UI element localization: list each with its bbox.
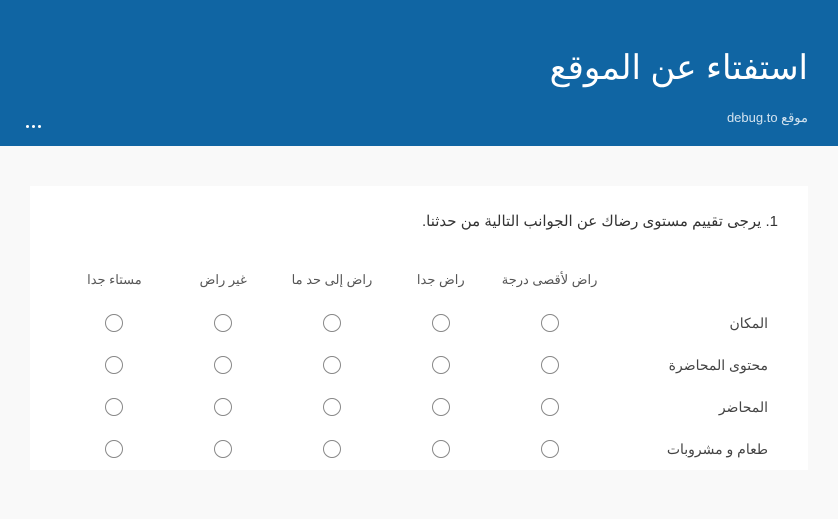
- radio-cell: [495, 386, 604, 428]
- radio-cell: [60, 344, 169, 386]
- question-card: 1. يرجى تقييم مستوى رضاك عن الجوانب التا…: [30, 186, 808, 470]
- rating-radio[interactable]: [105, 440, 123, 458]
- form-title: استفتاء عن الموقع: [30, 48, 808, 88]
- form-header: استفتاء عن الموقع موقع debug.to: [0, 0, 838, 146]
- rating-radio[interactable]: [105, 398, 123, 416]
- form-subtitle: موقع debug.to: [30, 110, 808, 126]
- rating-radio[interactable]: [432, 314, 450, 332]
- column-header: غير راض: [169, 264, 278, 302]
- column-header: مستاء جدا: [60, 264, 169, 302]
- rating-radio[interactable]: [323, 356, 341, 374]
- rating-radio[interactable]: [432, 398, 450, 416]
- rating-radio[interactable]: [541, 314, 559, 332]
- radio-cell: [169, 428, 278, 470]
- radio-cell: [278, 302, 387, 344]
- row-label: المكان: [604, 303, 778, 344]
- rating-radio[interactable]: [323, 440, 341, 458]
- radio-cell: [278, 428, 387, 470]
- radio-cell: [495, 344, 604, 386]
- radio-cell: [169, 386, 278, 428]
- radio-cell: [386, 302, 495, 344]
- rating-radio[interactable]: [541, 356, 559, 374]
- radio-cell: [386, 428, 495, 470]
- rating-radio[interactable]: [105, 314, 123, 332]
- likert-grid: راض لأقصى درجة راض جدا راض إلى حد ما غير…: [60, 264, 778, 470]
- radio-cell: [60, 386, 169, 428]
- row-label: محتوى المحاضرة: [604, 345, 778, 386]
- column-header: راض جدا: [386, 264, 495, 302]
- radio-cell: [169, 302, 278, 344]
- rating-radio[interactable]: [214, 356, 232, 374]
- radio-cell: [60, 428, 169, 470]
- rating-radio[interactable]: [541, 440, 559, 458]
- question-number: 1.: [765, 213, 778, 230]
- rating-radio[interactable]: [541, 398, 559, 416]
- radio-cell: [495, 302, 604, 344]
- rating-radio[interactable]: [323, 398, 341, 416]
- question-body: يرجى تقييم مستوى رضاك عن الجوانب التالية…: [422, 213, 761, 230]
- rating-radio[interactable]: [214, 440, 232, 458]
- radio-cell: [60, 302, 169, 344]
- rating-radio[interactable]: [432, 356, 450, 374]
- rating-radio[interactable]: [432, 440, 450, 458]
- column-header: راض لأقصى درجة: [495, 264, 604, 302]
- rating-radio[interactable]: [105, 356, 123, 374]
- radio-cell: [169, 344, 278, 386]
- rating-radio[interactable]: [214, 314, 232, 332]
- radio-cell: [386, 344, 495, 386]
- question-text: 1. يرجى تقييم مستوى رضاك عن الجوانب التا…: [60, 212, 778, 230]
- column-header: راض إلى حد ما: [278, 264, 387, 302]
- rating-radio[interactable]: [323, 314, 341, 332]
- rating-radio[interactable]: [214, 398, 232, 416]
- radio-cell: [278, 344, 387, 386]
- row-label: طعام و مشروبات: [604, 429, 778, 470]
- row-label: المحاضر: [604, 387, 778, 428]
- more-options-icon[interactable]: [20, 119, 47, 134]
- radio-cell: [386, 386, 495, 428]
- radio-cell: [278, 386, 387, 428]
- radio-cell: [495, 428, 604, 470]
